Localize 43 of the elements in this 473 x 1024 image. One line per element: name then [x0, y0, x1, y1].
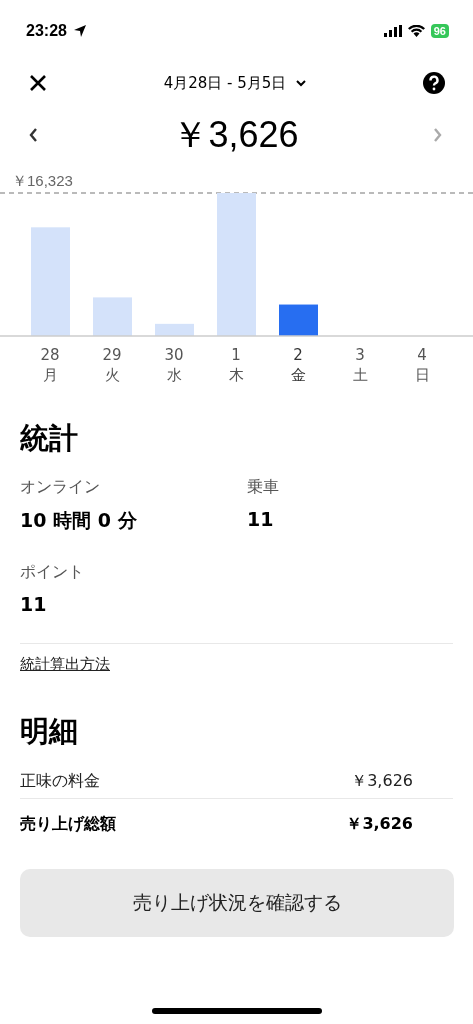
stats-method-link[interactable]: 統計算出方法: [20, 655, 110, 674]
weekday-label: 月: [42, 365, 58, 385]
stat-label: 乗車: [247, 477, 280, 498]
stat-value: 11: [20, 593, 48, 615]
chart-bar[interactable]: [93, 297, 132, 336]
help-icon[interactable]: [423, 72, 445, 94]
earnings-button[interactable]: 売り上げ状況を確認する: [20, 869, 454, 937]
weekday-label: 水: [166, 365, 182, 385]
weekday-label: 金: [290, 365, 306, 385]
day-label: 2: [293, 345, 303, 365]
day-label: 1: [231, 345, 241, 365]
close-icon[interactable]: [29, 74, 47, 92]
detail-value: ￥3,626: [346, 813, 413, 835]
section-title: 統計: [20, 420, 79, 457]
day-label: 4: [417, 345, 427, 365]
section-title: 明細: [20, 713, 79, 750]
detail-label: 売り上げ総額: [20, 813, 116, 835]
stat-label: オンライン: [20, 477, 101, 498]
day-label: 30: [164, 345, 184, 365]
total-amount: ￥3,626: [172, 112, 299, 157]
date-range-selector[interactable]: 4月28日 - 5月5日: [163, 73, 307, 93]
day-label: 3: [355, 345, 365, 365]
status-time: 23:28: [26, 22, 67, 40]
previous-icon[interactable]: [28, 127, 38, 143]
weekday-label: 日: [414, 365, 430, 385]
day-label: 28: [40, 345, 60, 365]
detail-label: 正味の料金: [20, 770, 100, 792]
signal-icon: [383, 25, 402, 37]
max-value-label: ￥16,323: [11, 172, 74, 191]
next-icon[interactable]: [433, 127, 443, 143]
location-arrow-icon: [72, 24, 87, 38]
detail-value: ￥3,626: [351, 770, 413, 792]
stat-value: 10 時間 0 分: [20, 508, 138, 533]
stat-value: 11: [247, 508, 275, 530]
battery-level: 96: [430, 24, 449, 38]
wifi-icon: [407, 25, 425, 37]
weekday-label: 土: [352, 365, 368, 385]
weekday-label: 木: [228, 365, 244, 385]
day-label: 29: [102, 345, 122, 365]
chevron-down-icon[interactable]: [296, 79, 307, 87]
stat-label: ポイント: [20, 562, 85, 583]
weekday-label: 火: [104, 365, 120, 385]
chart-bar[interactable]: [279, 304, 318, 336]
